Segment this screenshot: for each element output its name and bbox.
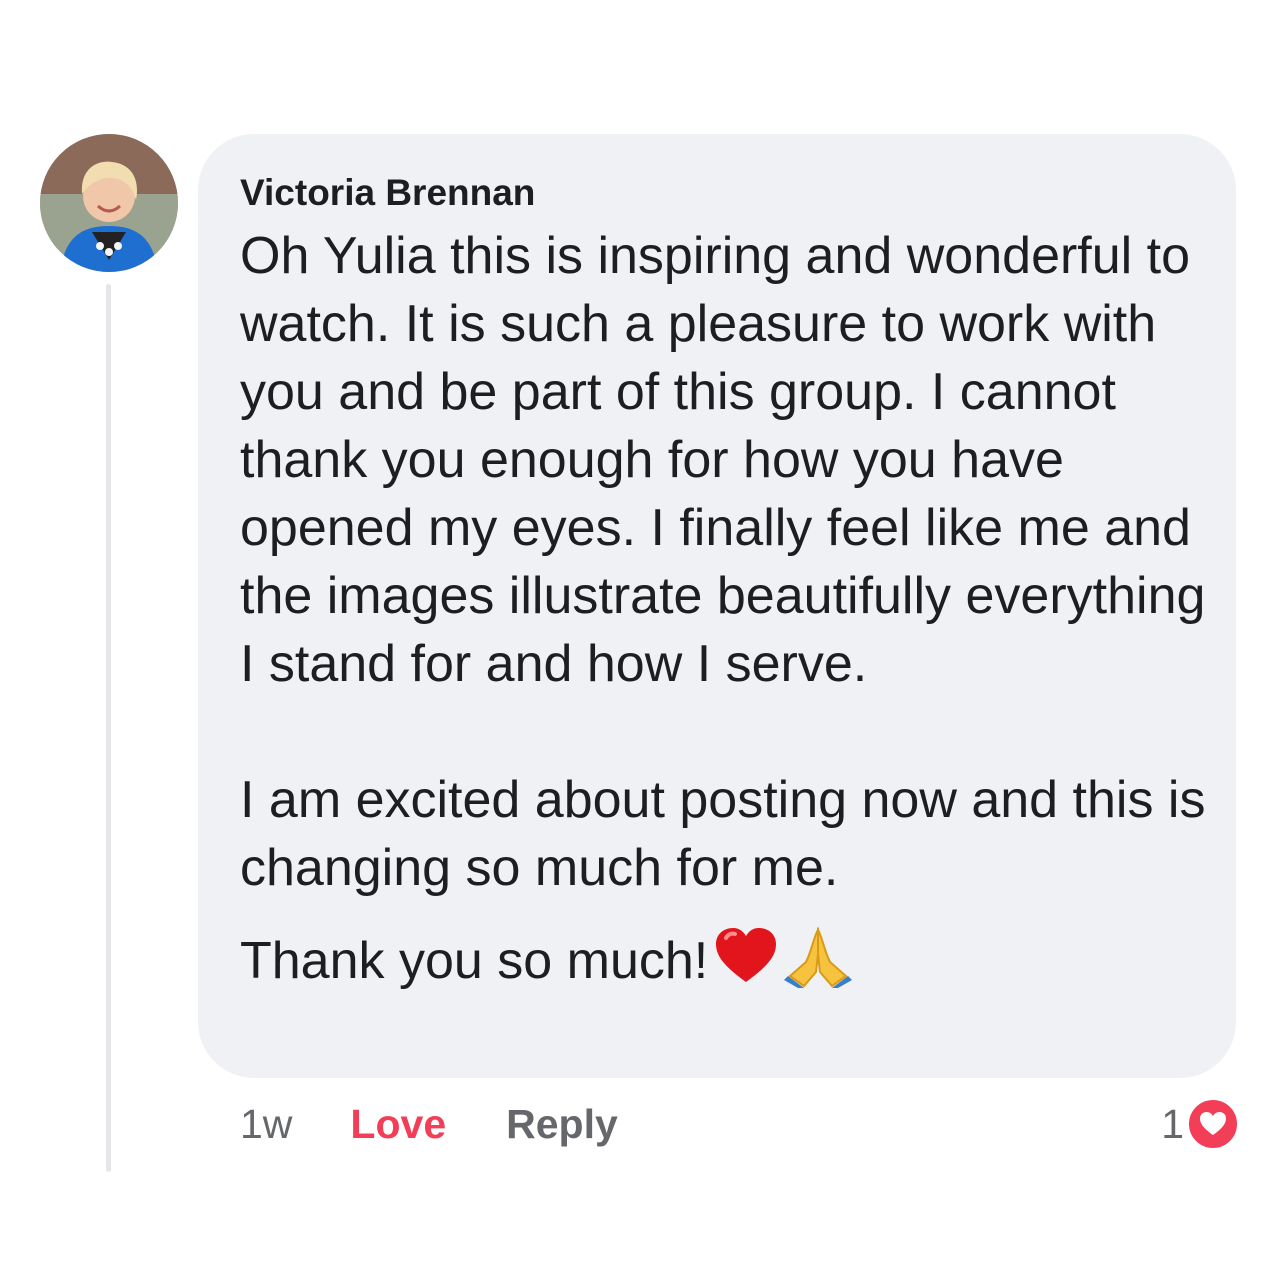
comment-paragraph: I am excited about posting now and this …: [240, 771, 1206, 897]
comment-timestamp[interactable]: 1w: [240, 1101, 292, 1148]
avatar[interactable]: [40, 134, 178, 272]
comment-paragraph-closing: Thank you so much!: [240, 924, 1206, 1005]
reaction-count: 1: [1161, 1100, 1184, 1147]
folded-hands-emoji: [784, 924, 853, 1005]
reaction-summary[interactable]: 1: [1161, 1097, 1240, 1151]
comment-author[interactable]: Victoria Brennan: [240, 170, 535, 216]
comment-paragraph: Oh Yulia this is inspiring and wonderful…: [240, 227, 1206, 693]
reply-button[interactable]: Reply: [506, 1101, 618, 1148]
red-heart-emoji: [714, 926, 778, 1003]
comment-closing-text: Thank you so much!: [240, 932, 709, 991]
thread-line: [106, 284, 111, 1172]
love-reaction-icon: [1186, 1097, 1240, 1151]
love-button[interactable]: Love: [350, 1101, 446, 1148]
profile-photo: [40, 134, 178, 272]
comment-bubble: Victoria Brennan Oh Yulia this is inspir…: [198, 134, 1236, 1078]
comment-actions: 1w Love Reply: [240, 1098, 618, 1150]
